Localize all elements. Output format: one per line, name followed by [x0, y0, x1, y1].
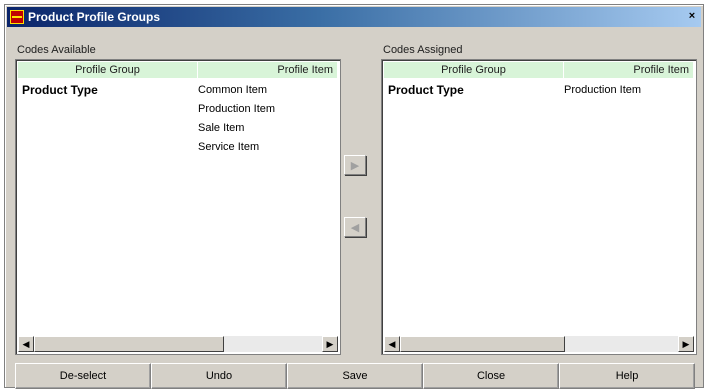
help-button[interactable]: Help [559, 363, 695, 389]
product-profile-groups-window: Product Profile Groups × Codes Available… [4, 4, 704, 389]
close-window-icon[interactable]: × [685, 10, 699, 23]
scroll-right-icon[interactable]: ▶ [678, 336, 694, 352]
save-button[interactable]: Save [287, 363, 423, 389]
codes-available-header: Profile Group Profile Item [18, 62, 338, 78]
codes-assigned-header: Profile Group Profile Item [384, 62, 694, 78]
arrow-right-icon: ▶ [350, 159, 360, 172]
profile-group-cell: Product Type [388, 82, 464, 97]
undo-button[interactable]: Undo [151, 363, 287, 389]
scroll-left-icon[interactable]: ◀ [18, 336, 34, 352]
scroll-left-icon[interactable]: ◀ [384, 336, 400, 352]
app-icon [10, 10, 24, 24]
profile-item-cell: Common Item [198, 83, 268, 96]
list-item[interactable]: Production Item [18, 99, 338, 118]
profile-item-cell: Production Item [198, 102, 276, 115]
column-header-profile-group[interactable]: Profile Group [18, 62, 198, 78]
arrow-left-icon: ◀ [350, 221, 360, 234]
codes-available-rows: Product Type Common Item Production Item… [18, 80, 338, 156]
list-item[interactable]: Product Type Production Item [384, 80, 694, 99]
list-item[interactable]: Product Type Common Item [18, 80, 338, 99]
unassign-button[interactable]: ◀ [344, 217, 366, 237]
codes-assigned-rows: Product Type Production Item [384, 80, 694, 99]
button-bar: De-select Undo Save Close Help [15, 363, 695, 389]
profile-item-cell: Sale Item [198, 121, 245, 134]
list-item[interactable]: Service Item [18, 137, 338, 156]
column-header-profile-group[interactable]: Profile Group [384, 62, 564, 78]
scroll-right-icon[interactable]: ▶ [322, 336, 338, 352]
assign-button[interactable]: ▶ [344, 155, 366, 175]
profile-group-cell: Product Type [22, 82, 98, 97]
close-button[interactable]: Close [423, 363, 559, 389]
codes-available-label: Codes Available [17, 44, 96, 56]
profile-item-cell: Service Item [198, 140, 260, 153]
deselect-button[interactable]: De-select [15, 363, 151, 389]
scroll-track[interactable] [400, 336, 678, 352]
codes-assigned-label: Codes Assigned [383, 44, 463, 56]
window-title: Product Profile Groups [28, 10, 161, 24]
horizontal-scrollbar[interactable]: ◀ ▶ [18, 336, 338, 352]
list-item[interactable]: Sale Item [18, 118, 338, 137]
scroll-thumb[interactable] [400, 336, 565, 352]
column-header-profile-item[interactable]: Profile Item [198, 62, 338, 78]
codes-available-list[interactable]: Profile Group Profile Item Product Type … [15, 59, 341, 355]
column-header-profile-item[interactable]: Profile Item [564, 62, 694, 78]
codes-assigned-list[interactable]: Profile Group Profile Item Product Type … [381, 59, 697, 355]
scroll-thumb[interactable] [34, 336, 224, 352]
scroll-track[interactable] [34, 336, 322, 352]
title-bar[interactable]: Product Profile Groups × [7, 7, 701, 27]
horizontal-scrollbar[interactable]: ◀ ▶ [384, 336, 694, 352]
profile-item-cell: Production Item [564, 83, 642, 96]
